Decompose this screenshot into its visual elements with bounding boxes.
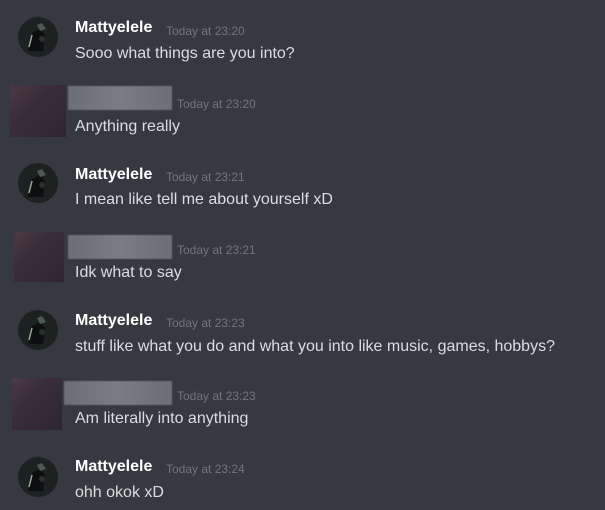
message-author[interactable]: Mattyelele — [75, 458, 152, 476]
chat-message-list: Mattyelele Today at 23:20 Sooo what thin… — [0, 0, 605, 510]
avatar-dark-figure-icon — [18, 457, 58, 497]
message-text: Anything really — [75, 118, 180, 135]
avatar[interactable] — [18, 457, 58, 497]
avatar-dark-figure-icon — [18, 310, 58, 350]
redacted-username — [68, 86, 172, 110]
message-timestamp: Today at 23:23 — [177, 389, 256, 403]
avatar[interactable] — [10, 85, 66, 137]
message-timestamp: Today at 23:24 — [166, 462, 245, 476]
message-item: Mattyelele Today at 23:24 ohh okok xD — [0, 0, 605, 501]
message-text: ohh okok xD — [75, 484, 164, 501]
avatar[interactable] — [18, 163, 58, 203]
message-timestamp: Today at 23:21 — [177, 243, 256, 257]
avatar[interactable] — [14, 232, 64, 282]
avatar[interactable] — [18, 310, 58, 350]
message-timestamp: Today at 23:23 — [166, 316, 245, 330]
avatar[interactable] — [12, 378, 62, 430]
avatar-dark-figure-icon — [18, 163, 58, 203]
redacted-username — [68, 235, 172, 259]
message-text: stuff like what you do and what you into… — [75, 338, 555, 355]
message-text: Idk what to say — [75, 264, 182, 281]
redacted-username — [64, 381, 172, 405]
message-text: I mean like tell me about yourself xD — [75, 191, 333, 208]
message-author[interactable]: Mattyelele — [75, 166, 152, 184]
message-timestamp: Today at 23:20 — [177, 97, 256, 111]
message-text: Am literally into anything — [75, 410, 249, 427]
message-author[interactable]: Mattyelele — [75, 312, 152, 330]
message-timestamp: Today at 23:21 — [166, 170, 245, 184]
